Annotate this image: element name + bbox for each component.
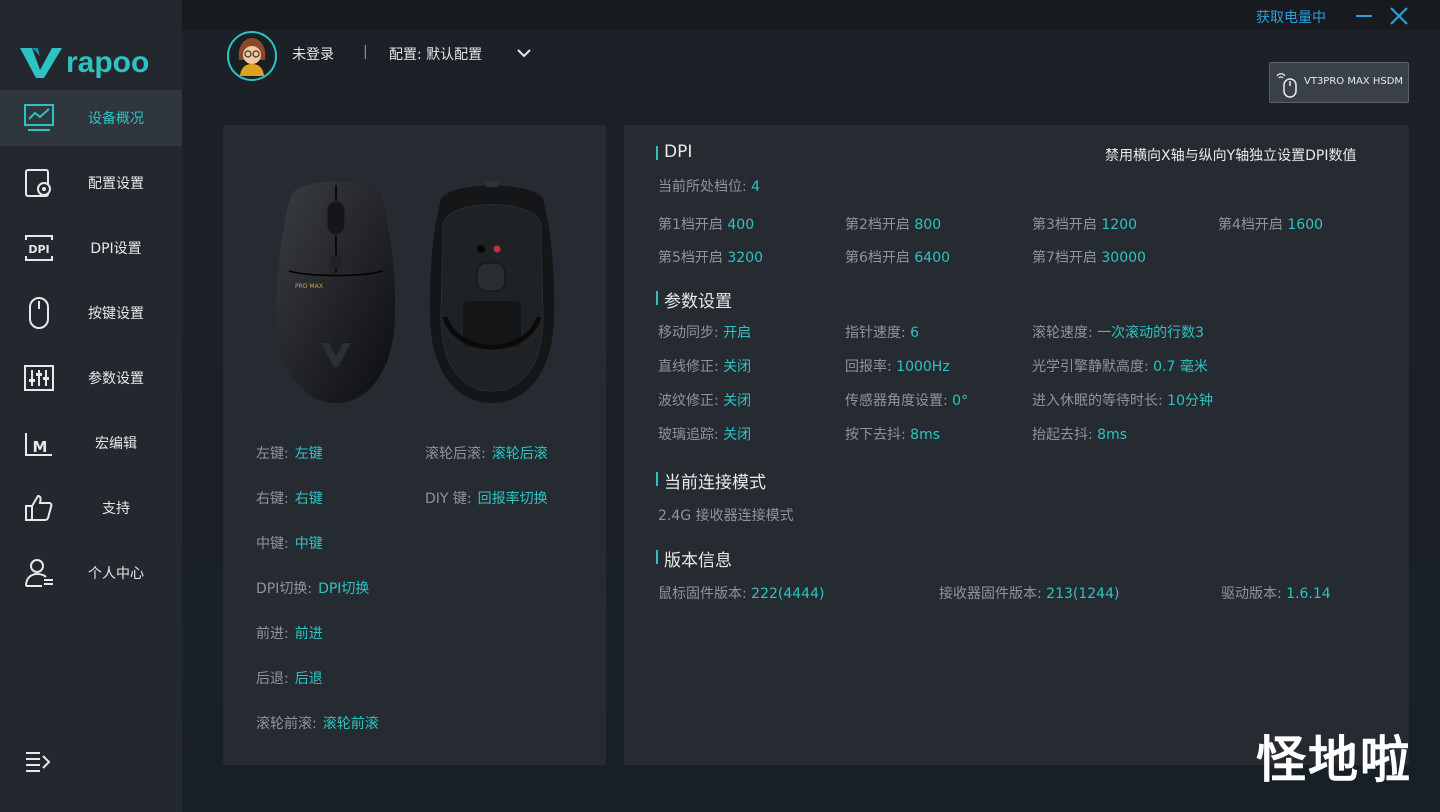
dpi-level-7: 第7档开启 30000 [1032,250,1146,266]
dpi-level-5: 第5档开启 3200 [658,250,764,266]
sidebar-item-overview[interactable]: 设备概况 [0,90,182,146]
sidebar-item-label: 按键设置 [88,306,144,322]
macro-icon: M [25,433,52,456]
chevron-down-icon[interactable] [514,44,534,62]
dpi-axis-note: 禁用横向X轴与纵向Y轴独立设置DPI数值 [1105,148,1357,164]
param-ripple-control: 波纹修正: 关闭 [658,393,752,409]
driver-version: 驱动版本: 1.6.14 [1221,586,1331,602]
param-pointer-speed: 指针速度: 6 [845,325,920,341]
config-gear-icon [25,169,51,197]
device-name: VT3PRO MAX HSDM [1304,76,1404,87]
dpi-level-6: 第6档开启 6400 [845,250,951,266]
sidebar-item-params[interactable]: 参数设置 [0,350,182,406]
minimize-icon[interactable] [1354,7,1374,25]
button-mapping-panel: PRO MAX 左键: 左键 右键: 右键 中键: 中键 DPI切换: DPI切换 前进… [223,125,606,765]
config-selector-label[interactable]: 配置: 默认配置 [389,44,482,64]
dpi-level-3: 第3档开启 1200 [1032,217,1138,233]
version-section-title: 版本信息 [656,546,732,571]
user-icon [25,559,53,587]
button-scroll-up-mapping[interactable]: 滚轮前滚: 滚轮前滚 [256,713,379,733]
button-back-mapping[interactable]: 后退: 后退 [256,668,323,688]
rapoo-logo: rapoo [20,46,149,79]
param-sleep-timeout: 进入休眠的等待时长: 10分钟 [1032,393,1213,409]
svg-text:PRO MAX: PRO MAX [295,283,323,290]
button-dpi-mapping[interactable]: DPI切换: DPI切换 [256,578,369,598]
receiver-firmware-version: 接收器固件版本: 213(1244) [939,586,1120,602]
param-polling-rate: 回报率: 1000Hz [845,359,950,375]
sidebar-item-label: 个人中心 [88,566,144,582]
svg-text:rapoo: rapoo [66,46,149,79]
mouse-firmware-version: 鼠标固件版本: 222(4444) [658,586,825,602]
param-scroll-speed: 滚轮速度: 一次滚动的行数3 [1032,325,1205,341]
sidebar-item-label: 参数设置 [88,371,144,387]
dpi-level-4: 第4档开启 1600 [1218,217,1324,233]
param-motion-sync: 移动同步: 开启 [658,325,752,341]
param-lift-off-distance: 光学引擎静默高度: 0.7 毫米 [1032,359,1208,375]
mouse-icon [29,297,49,329]
params-section-title: 参数设置 [656,287,732,312]
dpi-section-title: DPI [656,142,692,162]
watermark-text: 怪地啦 [1256,731,1412,789]
sidebar: rapoo 设备概况 配置设置 DPI DPI设置 按键设置 参数设置 M 宏编… [0,0,182,812]
wireless-mouse-icon [1276,73,1297,98]
param-sensor-angle: 传感器角度设置: 0° [845,393,969,409]
avatar[interactable] [226,30,278,82]
header-divider: | [363,44,368,60]
dpi-current-level: 当前所处档位: 4 [658,179,761,195]
button-middle-mapping[interactable]: 中键: 中键 [256,533,323,553]
sidebar-item-label: 设备概况 [88,111,144,127]
sidebar-item-profile[interactable]: 个人中心 [0,545,182,601]
param-glass-tracking: 玻璃追踪: 关闭 [658,427,752,443]
dpi-level-1: 第1档开启 400 [658,217,755,233]
mouse-bottom-image [429,181,555,403]
button-diy-mapping[interactable]: DIY 键: 回报率切换 [425,488,548,508]
thumbs-up-icon [25,494,53,521]
param-press-debounce: 按下去抖: 8ms [845,427,941,443]
device-info-panel: DPI 禁用横向X轴与纵向Y轴独立设置DPI数值 当前所处档位: 4 第1档开启… [624,125,1409,765]
button-right-mapping[interactable]: 右键: 右键 [256,488,323,508]
sidebar-item-config[interactable]: 配置设置 [0,155,182,211]
button-left-mapping[interactable]: 左键: 左键 [256,443,323,463]
param-angle-snapping: 直线修正: 关闭 [658,359,752,375]
sidebar-item-buttons[interactable]: 按键设置 [0,285,182,341]
sliders-icon [24,365,54,391]
collapse-menu-icon[interactable] [24,748,52,774]
connection-mode: 2.4G 接收器连接模式 [658,508,794,524]
button-scroll-down-mapping[interactable]: 滚轮后滚: 滚轮后滚 [425,443,548,463]
user-name: 未登录 [292,47,334,63]
button-forward-mapping[interactable]: 前进: 前进 [256,623,323,643]
svg-text:DPI: DPI [28,243,49,256]
sidebar-item-label: 配置设置 [88,176,144,192]
sidebar-item-dpi[interactable]: DPI DPI设置 [0,220,182,276]
close-icon[interactable] [1388,5,1410,27]
sidebar-item-label: 宏编辑 [95,436,137,452]
sidebar-item-label: 支持 [102,501,130,517]
sidebar-item-support[interactable]: 支持 [0,480,182,536]
dpi-icon: DPI [25,235,53,261]
titlebar [182,0,1440,30]
device-chip[interactable]: VT3PRO MAX HSDM [1269,62,1409,103]
mouse-top-image: PRO MAX [276,181,396,403]
sidebar-item-macro[interactable]: M 宏编辑 [0,415,182,471]
param-release-debounce: 抬起去抖: 8ms [1032,427,1128,443]
sidebar-item-label: DPI设置 [90,241,142,257]
monitor-chart-icon [24,104,54,131]
dpi-level-2: 第2档开启 800 [845,217,942,233]
svg-text:M: M [33,438,48,456]
battery-status-link[interactable]: 获取电量中 [1256,7,1326,27]
connection-section-title: 当前连接模式 [656,468,766,493]
